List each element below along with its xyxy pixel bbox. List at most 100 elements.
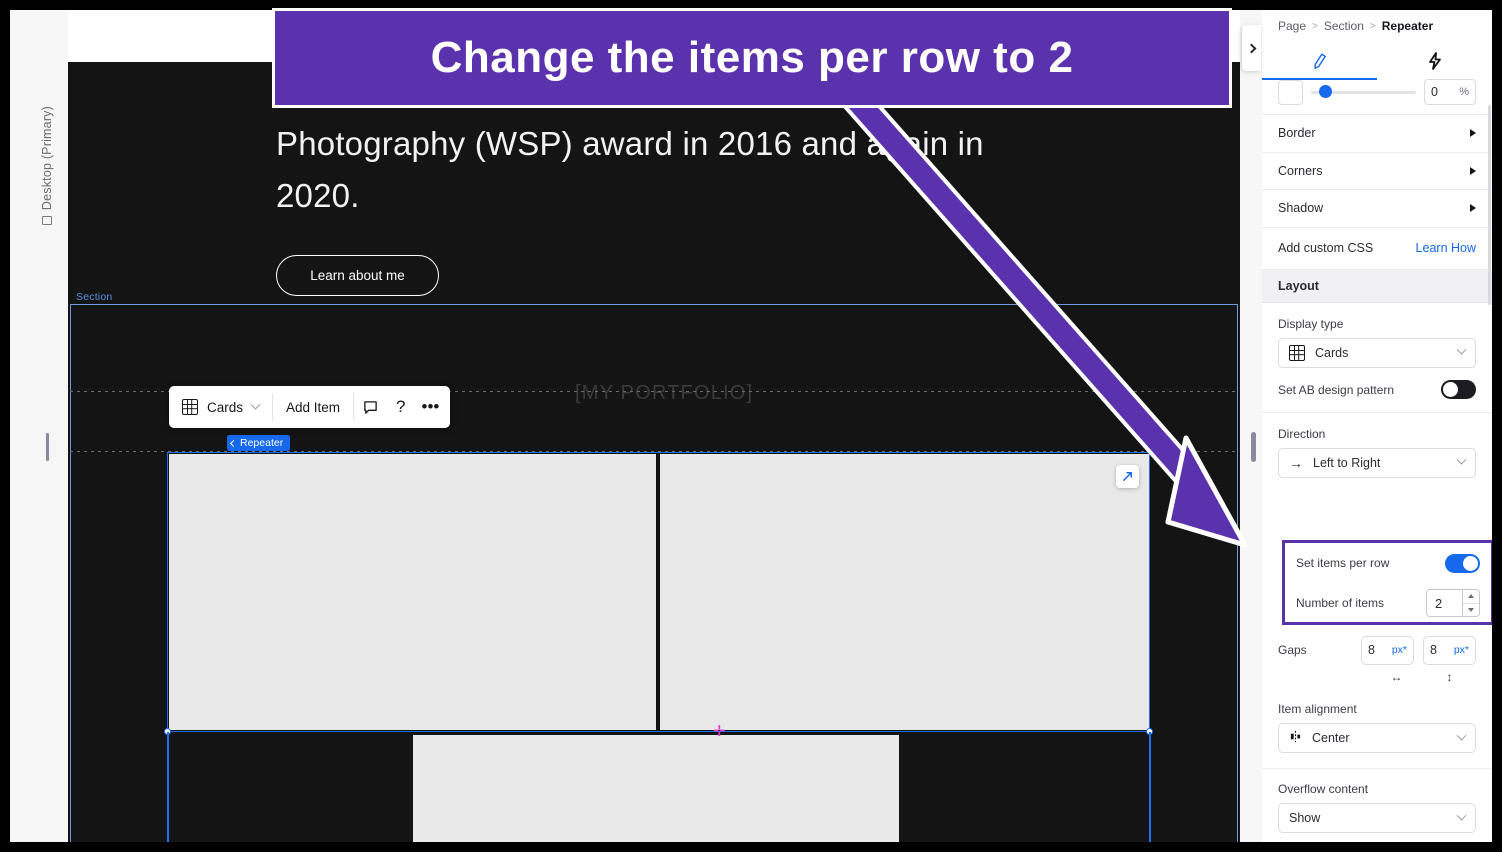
opacity-value-input[interactable]: 0 % [1424,79,1476,105]
repeater-card-item[interactable] [660,454,1149,730]
add-item-button[interactable]: Add Item [273,386,353,428]
hero-paragraph: Photography (WSP) award in 2016 and agai… [276,125,984,214]
custom-css-label: Add custom CSS [1278,241,1374,255]
repeater-selection-frame [164,452,1153,735]
stepper-decrement-button[interactable] [1463,604,1479,617]
more-options-button[interactable]: ••• [415,386,451,428]
lightning-bolt-icon [1428,52,1441,70]
gap-vertical-input[interactable]: 8 px* [1423,635,1476,665]
help-button[interactable]: ? [387,386,414,428]
overflow-content-label: Overflow content [1278,782,1369,796]
caret-up-icon [1468,594,1474,599]
opacity-value: 0 [1431,85,1438,99]
chevron-right-icon [1246,43,1257,53]
accordion-corners[interactable]: Corners [1262,153,1492,190]
display-type-dropdown[interactable]: Cards [169,386,272,428]
device-selector[interactable]: Desktop (Primary) [36,28,58,228]
canvas-left-resize-handle[interactable] [45,432,50,462]
guide-vertical-left [167,732,169,842]
custom-css-row: Add custom CSS Learn How [1262,228,1492,270]
opacity-slider-knob[interactable] [1319,85,1332,98]
display-type-value: Cards [1315,345,1349,360]
accordion-shadow-label: Shadow [1278,201,1324,216]
grid-icon [1289,344,1305,361]
chevron-left-icon [229,439,238,447]
repeater-card-item[interactable] [169,454,656,730]
gap-horizontal-input[interactable]: 8 px* [1361,635,1414,665]
breadcrumb-current: Repeater [1381,19,1434,33]
number-of-items-label: Number of items [1296,596,1385,610]
panel-collapse-button[interactable] [1242,25,1261,71]
opacity-slider-row: 0 % [1262,79,1492,115]
grid-icon [182,399,198,415]
repeater-card-item[interactable] [413,735,899,842]
caret-down-icon [1468,607,1474,612]
inspector-tabs [1262,42,1492,80]
tab-design[interactable] [1262,42,1377,80]
layout-header-label: Layout [1278,278,1319,293]
layout-section-header[interactable]: Layout [1262,269,1492,303]
repeater-toolbar: Cards Add Item ? ••• [169,386,451,428]
gap-axis-icons: ↔ ↕ [1262,670,1492,689]
color-swatch[interactable] [1278,79,1303,105]
set-items-per-row-label: Set items per row [1296,556,1390,570]
breadcrumb-section[interactable]: Section [1324,19,1364,33]
tab-interactions[interactable] [1377,42,1492,80]
item-alignment-field: Item alignment Center [1262,689,1492,753]
chevron-right-icon [1470,129,1476,138]
gap-vertical-unit: px* [1453,644,1469,656]
direction-value: Left to Right [1313,455,1381,470]
accordion-border[interactable]: Border [1262,115,1492,153]
items-per-row-group-highlight: Set items per row Number of items 2 [1282,540,1492,625]
inspector-scrollbar[interactable] [1488,105,1491,305]
number-of-items-input[interactable]: 2 [1426,589,1462,617]
comment-icon [364,400,377,414]
comment-button[interactable] [354,386,387,428]
number-of-items-stepper[interactable]: 2 [1426,589,1480,617]
learn-about-me-button[interactable]: Learn about me [276,255,439,296]
arrow-right-icon: → [1289,454,1303,471]
set-items-per-row-toggle[interactable] [1445,553,1480,573]
ab-pattern-label: Set AB design pattern [1278,382,1395,397]
display-type-label: Display type [1278,316,1344,331]
item-alignment-select[interactable]: Center [1278,723,1476,753]
chevron-down-icon [1456,810,1467,821]
vertical-gap-icon: ↕ [1446,670,1453,684]
breadcrumb: Page > Section > Repeater [1262,10,1492,42]
accordion-shadow[interactable]: Shadow [1262,190,1492,228]
toggle-knob [1443,382,1458,397]
horizontal-gap-icon: ↔ [1390,670,1403,684]
display-type-value: Cards [207,399,244,415]
breadcrumb-separator: > [1312,20,1318,32]
chevron-right-icon [1470,166,1476,175]
display-type-select[interactable]: Cards [1278,337,1476,368]
stepper-increment-button[interactable] [1463,590,1479,604]
overflow-content-select[interactable]: Show [1278,803,1476,833]
repeater-element-tag[interactable]: Repeater [227,435,291,451]
instruction-callout: Change the items per row to 2 [272,8,1232,108]
breadcrumb-separator: > [1369,20,1376,32]
direction-field: Direction → Left to Right [1262,413,1492,478]
device-label: Desktop (Primary) [40,105,54,210]
inspector-panel: Page > Section > Repeater 0 % Border Cor… [1262,10,1492,842]
section-label-tag: Section [76,291,113,303]
display-type-field: Display type Cards [1262,303,1492,368]
gap-horizontal-value: 8 [1368,643,1375,657]
direction-select[interactable]: → Left to Right [1278,447,1476,478]
expand-arrow-glyph [1123,472,1132,481]
canvas-right-resize-handle[interactable] [1251,432,1256,462]
repeater-tag-label: Repeater [240,437,284,449]
set-items-per-row-row: Set items per row [1285,543,1491,583]
learn-how-link[interactable]: Learn How [1416,241,1476,255]
overflow-content-field: Overflow content Show [1262,769,1492,833]
add-item-label: Add Item [286,399,341,415]
chevron-right-icon [1470,204,1476,213]
ab-pattern-toggle[interactable] [1441,380,1476,399]
chevron-down-icon [1456,344,1467,355]
breadcrumb-page[interactable]: Page [1278,19,1306,33]
gap-vertical-value: 8 [1430,643,1437,657]
chevron-down-icon [1456,730,1467,741]
screenshot-root: Desktop (Primary) Photography (WSP) awar… [0,0,1502,852]
opacity-slider-track[interactable] [1311,85,1416,98]
expand-arrow-icon[interactable] [1116,465,1139,488]
